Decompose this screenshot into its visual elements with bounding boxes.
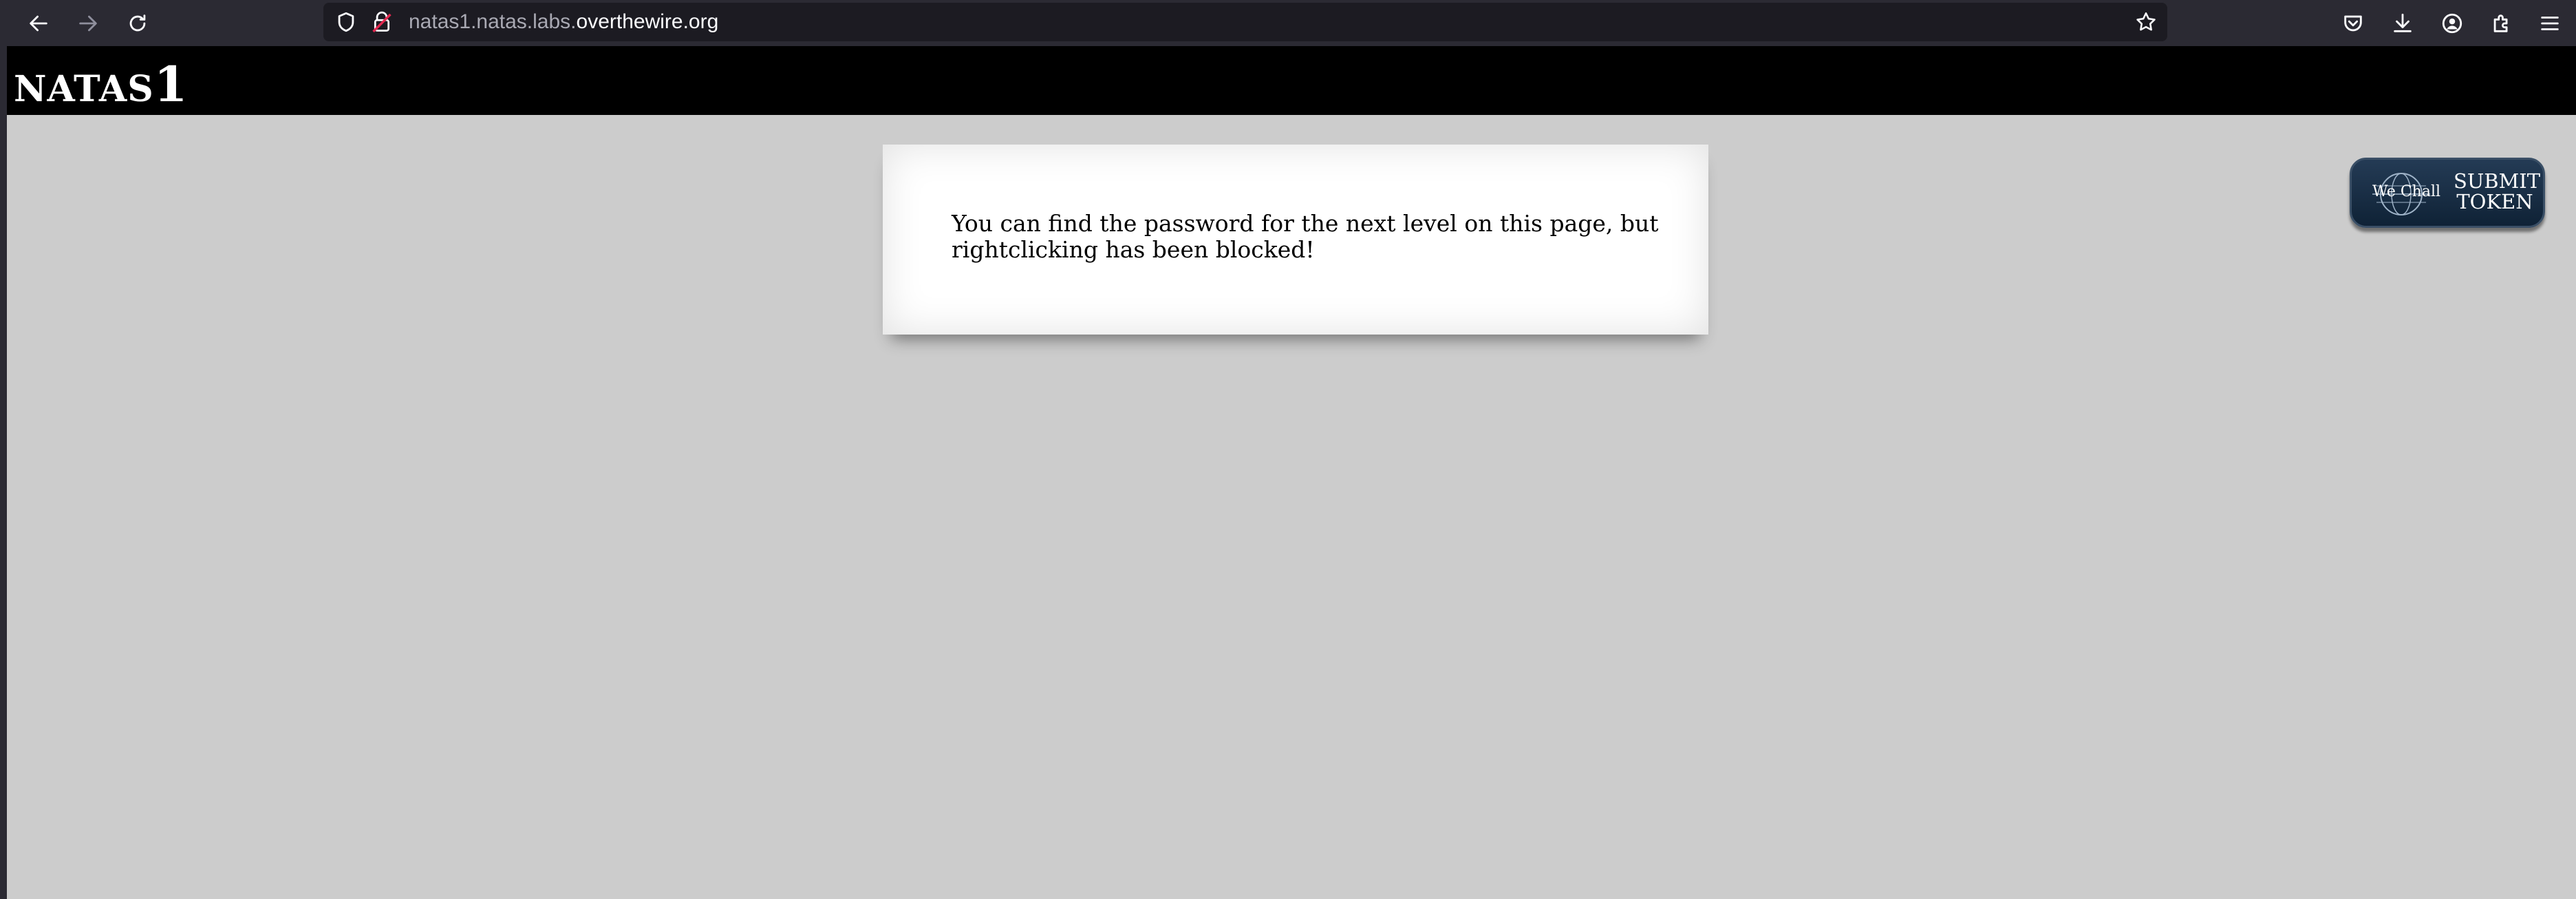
token-line: TOKEN [2456, 190, 2533, 213]
forward-icon [79, 15, 97, 32]
back-button[interactable] [21, 6, 56, 41]
url-text[interactable]: natas1.natas.labs.overthewire.org [409, 11, 718, 33]
lock-icon[interactable] [370, 10, 394, 34]
browser-toolbar: natas1.natas.labs.overthewire.org [0, 0, 2576, 46]
wechall-brand: We Chall [2372, 183, 2441, 200]
downloads-button[interactable] [2385, 6, 2421, 41]
content-box: You can find the password for the next l… [883, 145, 1708, 335]
window-edge [0, 46, 7, 899]
download-icon [2394, 13, 2412, 32]
page-viewport: NATAS1 You can find the password for the… [7, 46, 2576, 899]
menu-button[interactable] [2533, 6, 2566, 41]
menu-icon [2541, 17, 2559, 30]
star-icon[interactable] [2134, 10, 2158, 34]
pocket-button[interactable] [2335, 6, 2371, 41]
extensions-button[interactable] [2484, 6, 2520, 41]
url-prefix: natas1.natas.labs. [409, 10, 577, 33]
back-icon [30, 15, 47, 32]
page-header: NATAS1 [7, 46, 2576, 115]
logo-level: 1 [153, 56, 188, 113]
wechall-submit-token-button[interactable]: We Chall SUBMIT TOKEN [2350, 158, 2545, 228]
pocket-icon [2344, 15, 2362, 32]
logo-text: NATAS [14, 68, 154, 110]
url-bar[interactable]: natas1.natas.labs.overthewire.org [323, 3, 2167, 41]
forward-button[interactable] [70, 6, 106, 41]
content-message: You can find the password for the next l… [952, 210, 1659, 263]
reload-icon [129, 14, 146, 32]
account-icon [2442, 13, 2462, 34]
submit-token-label: SUBMIT TOKEN [2454, 169, 2541, 213]
reload-button[interactable] [120, 6, 155, 41]
extensions-icon [2493, 14, 2508, 32]
account-button[interactable] [2434, 6, 2470, 41]
url-domain: overthewire.org [576, 10, 719, 33]
shield-icon[interactable] [334, 10, 358, 34]
site-logo: NATAS1 [14, 56, 188, 113]
submit-line: SUBMIT [2454, 169, 2541, 193]
